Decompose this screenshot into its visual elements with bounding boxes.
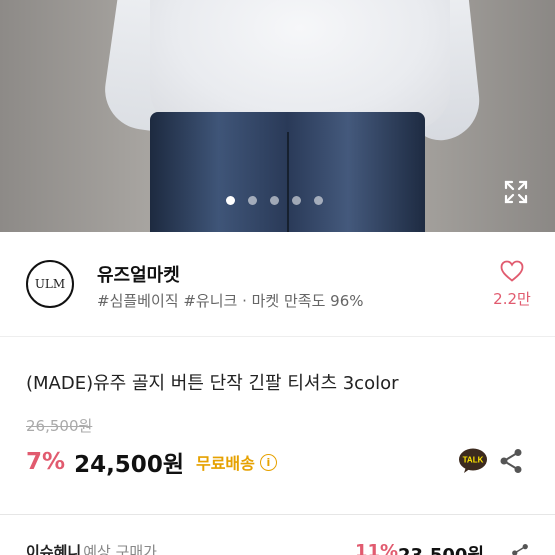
image-pagination[interactable] xyxy=(226,196,323,205)
info-icon[interactable]: i xyxy=(259,453,277,471)
related-share-icon[interactable] xyxy=(511,543,529,555)
shop-logo[interactable]: ULM xyxy=(26,260,74,308)
pagination-dot-2[interactable] xyxy=(248,196,257,205)
like-count: 2.2만 xyxy=(493,290,531,308)
product-title: (MADE)유주 골지 버튼 단작 긴팔 티셔츠 3color xyxy=(26,373,399,394)
related-price: 23,500원 xyxy=(398,541,484,555)
related-discount: 11% xyxy=(355,541,399,555)
heart-outline-icon[interactable] xyxy=(500,260,524,282)
discount-rate: 7% xyxy=(26,449,66,475)
shop-row[interactable]: ULM 유즈얼마켓 #심플베이직 #유니크 · 마켓 만족도 96% 2.2만 xyxy=(0,232,555,337)
jeans xyxy=(150,112,425,232)
pagination-dot-1[interactable] xyxy=(226,196,235,205)
kakao-talk-label: TALK xyxy=(463,456,484,465)
related-label-name: 이슈혜니 xyxy=(26,543,82,555)
related-product-row[interactable]: 이슈혜니예상 구매가 11% 23,500원 xyxy=(0,514,555,555)
related-label: 이슈혜니 예상 구매가 xyxy=(26,541,157,555)
pagination-dot-4[interactable] xyxy=(292,196,301,205)
shop-name[interactable]: 유즈얼마켓 xyxy=(97,261,180,287)
kakao-talk-icon[interactable]: TALK xyxy=(458,448,488,474)
pagination-dot-5[interactable] xyxy=(314,196,323,205)
shop-logo-text: ULM xyxy=(34,277,66,291)
shop-tags: #심플베이직 #유니크 · 마켓 만족도 96% xyxy=(97,292,364,310)
share-icon[interactable] xyxy=(499,448,523,474)
free-shipping-label: 무료배송 xyxy=(195,454,255,473)
pagination-dot-3[interactable] xyxy=(270,196,279,205)
original-price: 26,500원 xyxy=(26,417,93,435)
price-row: 7% 24,500원 무료배송 i xyxy=(26,447,277,478)
product-image[interactable] xyxy=(0,0,555,232)
expand-icon[interactable] xyxy=(504,180,528,204)
sale-price: 24,500원 xyxy=(74,452,184,478)
related-sublabel: 예상 구매가 xyxy=(83,543,157,555)
shirt-body xyxy=(150,0,450,130)
